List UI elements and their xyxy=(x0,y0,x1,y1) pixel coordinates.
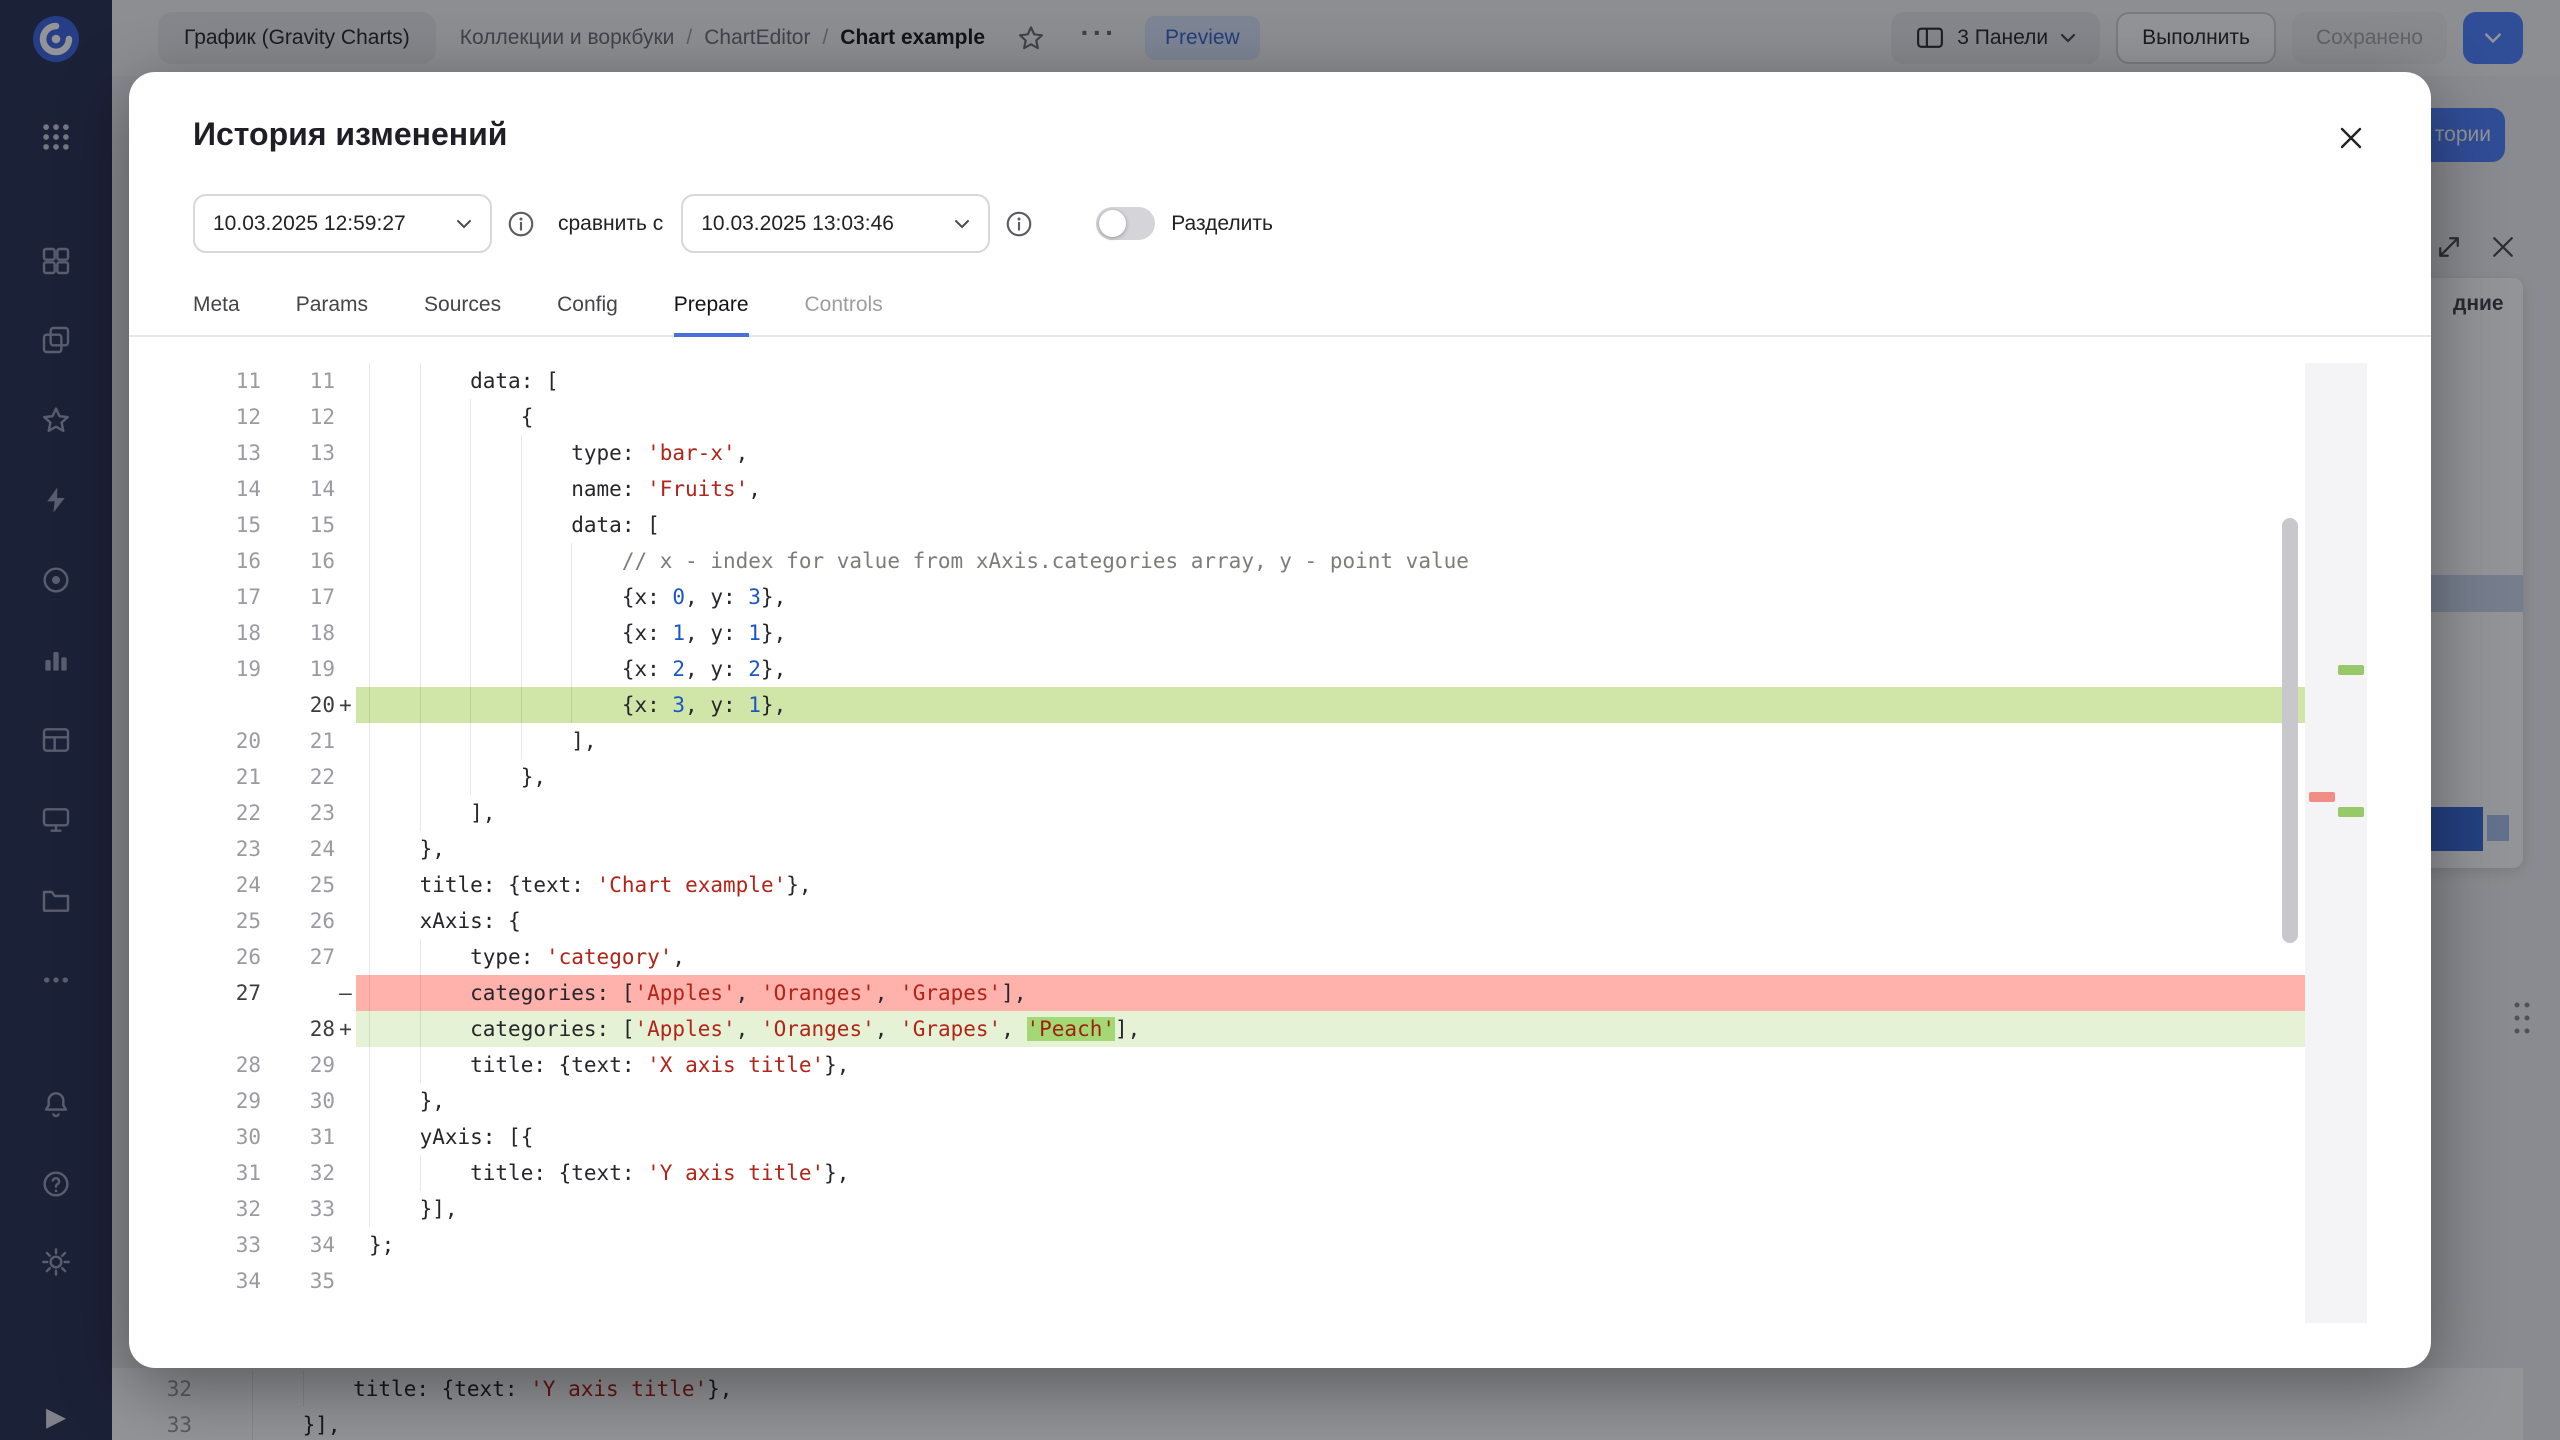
diff-row: 1111data: [ xyxy=(196,363,2305,399)
diff-row: 3132title: {text: 'Y axis title'}, xyxy=(196,1155,2305,1191)
diff-row: 1515data: [ xyxy=(196,507,2305,543)
tab-meta[interactable]: Meta xyxy=(193,293,240,337)
diff-row: 1616// x - index for value from xAxis.ca… xyxy=(196,543,2305,579)
split-toggle-label: Разделить xyxy=(1171,212,1273,236)
diff-code-line: }], xyxy=(356,1191,2305,1227)
diff-scrollbar-thumb[interactable] xyxy=(2282,518,2298,943)
diff-code-line: data: [ xyxy=(356,507,2305,543)
diff-row: 1818{x: 1, y: 1}, xyxy=(196,615,2305,651)
version-select-left[interactable]: 10.03.2025 12:59:27 xyxy=(193,194,492,253)
version-select-left-value: 10.03.2025 12:59:27 xyxy=(213,212,406,236)
diff-code-line: yAxis: [{ xyxy=(356,1119,2305,1155)
diff-row: 2930}, xyxy=(196,1083,2305,1119)
tab-controls[interactable]: Controls xyxy=(805,293,883,337)
diff-row: 28+categories: ['Apples', 'Oranges', 'Gr… xyxy=(196,1011,2305,1047)
diff-code-line: }, xyxy=(356,1083,2305,1119)
info-icon[interactable] xyxy=(1004,209,1034,239)
tab-prepare[interactable]: Prepare xyxy=(674,293,749,337)
diff-row: 2425title: {text: 'Chart example'}, xyxy=(196,867,2305,903)
diff-row: 2627type: 'category', xyxy=(196,939,2305,975)
diff-row: 20+{x: 3, y: 1}, xyxy=(196,687,2305,723)
diff-code-line xyxy=(356,1263,2305,1299)
diff-row: 3334}; xyxy=(196,1227,2305,1263)
diff-code-line: {x: 2, y: 2}, xyxy=(356,651,2305,687)
diff-overview-ruler xyxy=(2305,363,2367,1323)
diff-row: 2324}, xyxy=(196,831,2305,867)
diff-code-line: { xyxy=(356,399,2305,435)
diff-row: 1717{x: 0, y: 3}, xyxy=(196,579,2305,615)
split-view-toggle[interactable] xyxy=(1096,207,1155,240)
ruler-mark-removed xyxy=(2309,792,2335,802)
diff-code-line: data: [ xyxy=(356,363,2305,399)
ruler-mark-added xyxy=(2338,665,2364,675)
diff-row: 3435 xyxy=(196,1263,2305,1299)
diff-code-line: // x - index for value from xAxis.catego… xyxy=(356,543,2305,579)
modal-tabs: Meta Params Sources Config Prepare Contr… xyxy=(129,293,2431,337)
compare-with-label: сравнить с xyxy=(558,212,663,236)
modal-title: История изменений xyxy=(193,116,507,153)
diff-code-line: type: 'bar-x', xyxy=(356,435,2305,471)
tab-params[interactable]: Params xyxy=(296,293,368,337)
diff-viewer: 1111data: [1212{1313type: 'bar-x',1414na… xyxy=(196,363,2367,1299)
diff-row: 2829title: {text: 'X axis title'}, xyxy=(196,1047,2305,1083)
diff-code-line: {x: 1, y: 1}, xyxy=(356,615,2305,651)
diff-code-line: }, xyxy=(356,831,2305,867)
info-icon[interactable] xyxy=(506,209,536,239)
tab-config[interactable]: Config xyxy=(557,293,618,337)
version-select-right-value: 10.03.2025 13:03:46 xyxy=(701,212,894,236)
chevron-down-icon xyxy=(954,219,970,229)
diff-code-line: ], xyxy=(356,723,2305,759)
diff-code-line: categories: ['Apples', 'Oranges', 'Grape… xyxy=(356,975,2305,1011)
version-select-right[interactable]: 10.03.2025 13:03:46 xyxy=(681,194,990,253)
page: График (Gravity Charts) Коллекции и ворк… xyxy=(0,0,2560,1440)
diff-code-line: title: {text: 'Y axis title'}, xyxy=(356,1155,2305,1191)
diff-row: 1313type: 'bar-x', xyxy=(196,435,2305,471)
diff-code-line: type: 'category', xyxy=(356,939,2305,975)
diff-row: 1919{x: 2, y: 2}, xyxy=(196,651,2305,687)
diff-row: 1212{ xyxy=(196,399,2305,435)
diff-code-line: {x: 3, y: 1}, xyxy=(356,687,2305,723)
diff-row: 3233}], xyxy=(196,1191,2305,1227)
diff-code-line: ], xyxy=(356,795,2305,831)
diff-code-line: title: {text: 'X axis title'}, xyxy=(356,1047,2305,1083)
ruler-mark-added xyxy=(2338,807,2364,817)
diff-row: 2223], xyxy=(196,795,2305,831)
diff-row: 2526xAxis: { xyxy=(196,903,2305,939)
diff-code-line: name: 'Fruits', xyxy=(356,471,2305,507)
diff-row: 3031yAxis: [{ xyxy=(196,1119,2305,1155)
diff-row: 2122}, xyxy=(196,759,2305,795)
diff-code-line: title: {text: 'Chart example'}, xyxy=(356,867,2305,903)
diff-row: 1414name: 'Fruits', xyxy=(196,471,2305,507)
diff-code-line: }; xyxy=(356,1227,2305,1263)
diff-code-line: xAxis: { xyxy=(356,903,2305,939)
diff-code-line: categories: ['Apples', 'Oranges', 'Grape… xyxy=(356,1011,2305,1047)
tab-sources[interactable]: Sources xyxy=(424,293,501,337)
modal-close-icon[interactable] xyxy=(2329,116,2373,160)
diff-code: 1111data: [1212{1313type: 'bar-x',1414na… xyxy=(196,363,2305,1299)
diff-code-line: }, xyxy=(356,759,2305,795)
diff-row: 2021], xyxy=(196,723,2305,759)
history-modal: История изменений 10.03.2025 12:59:27 ср… xyxy=(129,72,2431,1368)
diff-row: 27–categories: ['Apples', 'Oranges', 'Gr… xyxy=(196,975,2305,1011)
diff-code-line: {x: 0, y: 3}, xyxy=(356,579,2305,615)
chevron-down-icon xyxy=(456,219,472,229)
